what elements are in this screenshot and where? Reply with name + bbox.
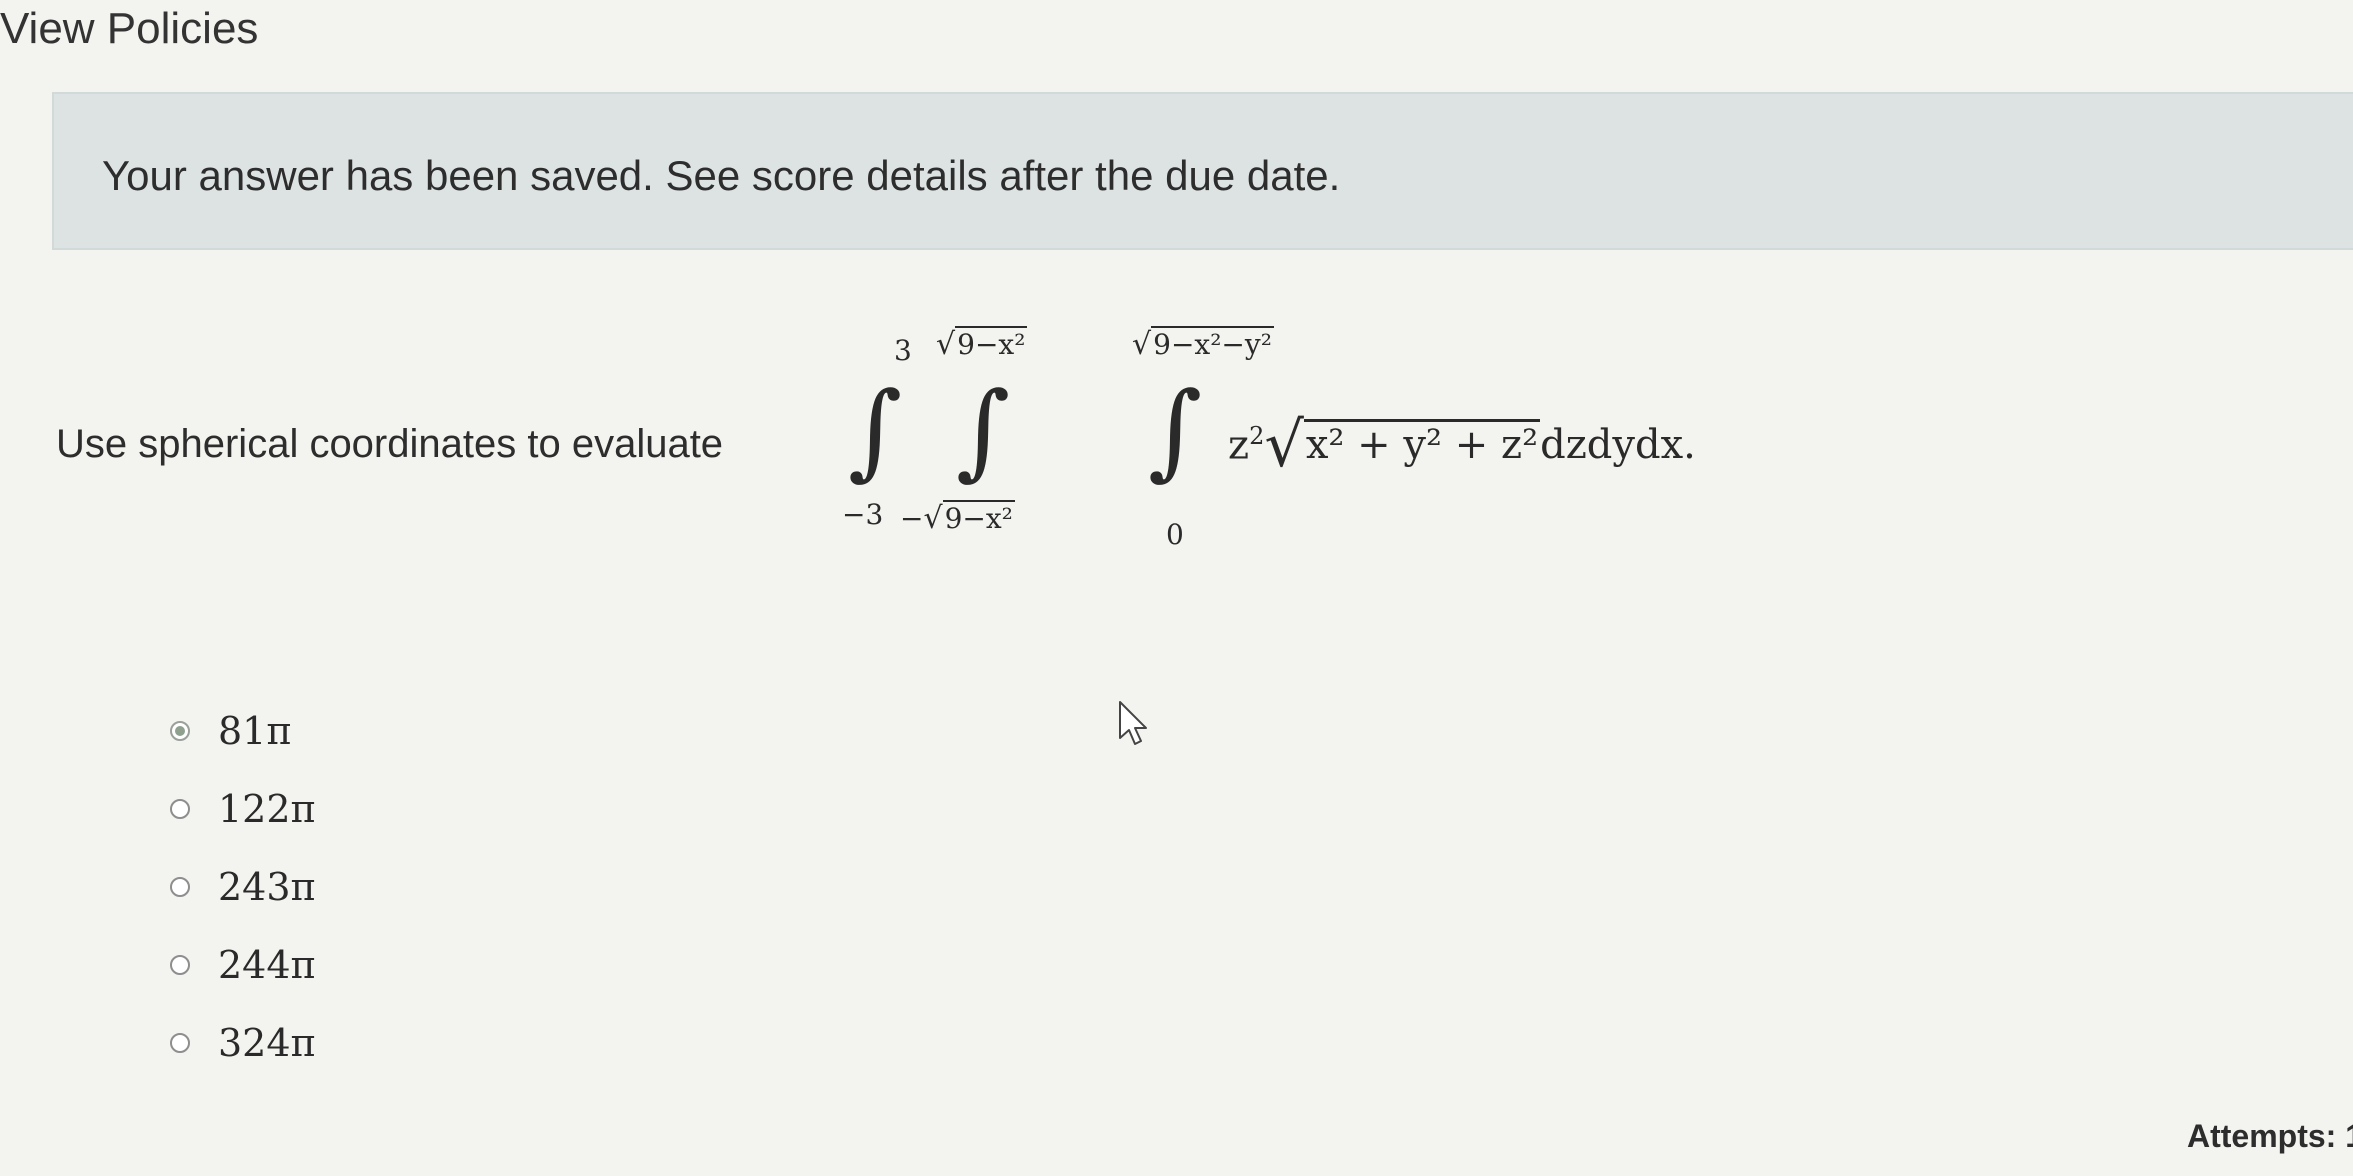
integral-2-lower-limit: −√9−x² bbox=[900, 500, 1015, 536]
option-324pi[interactable]: 324π bbox=[170, 1004, 316, 1082]
integral-3-sign: ∫ bbox=[1148, 369, 1203, 491]
sqrt-symbol: √ bbox=[1264, 408, 1304, 481]
option-81pi[interactable]: 81π bbox=[170, 692, 316, 770]
option-label: 122π bbox=[218, 787, 316, 831]
option-label: 243π bbox=[218, 865, 316, 909]
integral-2-upper-limit: √9−x² bbox=[936, 326, 1028, 362]
radio-button[interactable] bbox=[170, 955, 190, 975]
radio-button[interactable] bbox=[170, 1033, 190, 1053]
radio-button[interactable] bbox=[170, 799, 190, 819]
integral-1-lower-limit: −3 bbox=[842, 498, 884, 531]
integrand: z2 √ x² + y² + z² dzdydx. bbox=[1228, 406, 1696, 476]
question: Use spherical coordinates to evaluate 3 … bbox=[56, 326, 1756, 570]
option-label: 244π bbox=[218, 943, 316, 987]
option-label: 81π bbox=[218, 709, 292, 753]
option-243pi[interactable]: 243π bbox=[170, 848, 316, 926]
integral-1-sign: ∫ bbox=[848, 369, 903, 491]
integral-3-upper-limit: √9−x²−y² bbox=[1132, 326, 1274, 362]
integrand-radicand: x² + y² + z² bbox=[1303, 419, 1541, 468]
answer-options: 81π 122π 243π 244π 324π bbox=[170, 692, 316, 1082]
integral-3-lower-limit: 0 bbox=[1166, 518, 1184, 551]
view-policies-link[interactable]: View Policies bbox=[0, 4, 258, 54]
integral-1-upper-limit: 3 bbox=[894, 334, 912, 367]
alert-message: Your answer has been saved. See score de… bbox=[102, 152, 1341, 199]
attempts-label: Attempts: 1 bbox=[2186, 1118, 2353, 1154]
question-prompt: Use spherical coordinates to evaluate bbox=[56, 422, 724, 466]
option-244pi[interactable]: 244π bbox=[170, 926, 316, 1004]
saved-alert: Your answer has been saved. See score de… bbox=[52, 92, 2353, 250]
mouse-cursor-icon bbox=[1119, 701, 1147, 745]
radio-button-selected[interactable] bbox=[170, 721, 190, 741]
radio-button[interactable] bbox=[170, 877, 190, 897]
option-122pi[interactable]: 122π bbox=[170, 770, 316, 848]
option-label: 324π bbox=[218, 1021, 316, 1065]
page: View Policies Your answer has been saved… bbox=[0, 0, 2353, 1176]
integral-2-sign: ∫ bbox=[956, 369, 1011, 491]
integrand-factor: z2 bbox=[1228, 421, 1265, 468]
integrand-differentials: dzdydx. bbox=[1540, 422, 1696, 468]
